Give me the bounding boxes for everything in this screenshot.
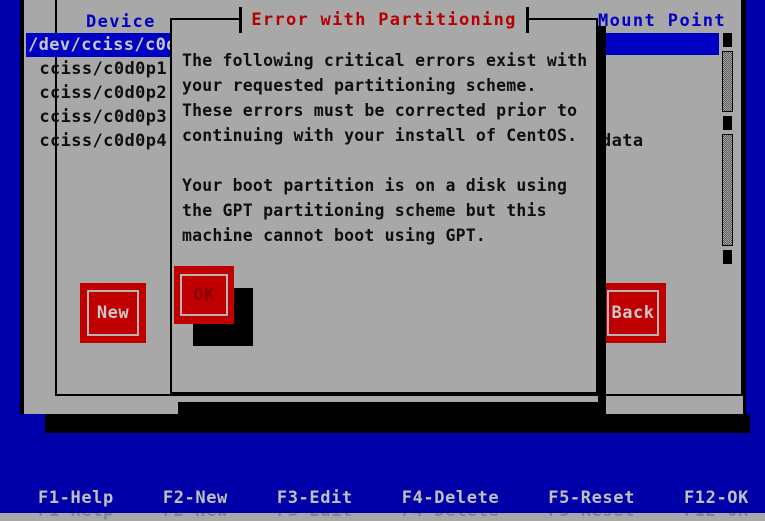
function-key-bar: F1-Help F2-New F3-Edit F4-Delete F5-Reset F12… [0, 483, 765, 513]
function-key-f4[interactable]: F4-Delete [402, 488, 500, 508]
ok-button-face: OK [174, 266, 234, 324]
dialog-titlebar: Error with Partitioning [172, 7, 596, 33]
dialog-message: The following critical errors exist with… [182, 51, 588, 245]
function-key-f12[interactable]: F12-OK [684, 513, 749, 521]
column-header-mount-point: Mount Point [598, 11, 726, 31]
main-window-shadow [45, 414, 750, 433]
scroll-down-arrow-icon[interactable] [723, 250, 732, 264]
device-list[interactable]: /dev/cciss/c0d cciss/c0d0p1 cciss/c0d0p2 cc… [26, 33, 176, 153]
scroll-up-arrow-icon[interactable] [723, 33, 732, 47]
scroll-marker-icon[interactable] [723, 116, 732, 130]
ok-button-label: OK [193, 285, 215, 305]
mount-point-row[interactable] [601, 33, 721, 57]
dialog-title-mask: Error with Partitioning [239, 7, 529, 33]
device-row[interactable]: /dev/cciss/c0d [26, 33, 176, 57]
new-button-label: New [96, 303, 130, 323]
function-key-list: F1-Help F2-New F3-Edit F4-Delete F5-Reset F12… [38, 488, 749, 508]
device-list-scrollbar[interactable] [722, 33, 733, 281]
function-key-bar-ghost-strip: F1-Help F2-New F3-Edit F4-Delete F5-Reset F12… [0, 513, 765, 521]
new-button[interactable]: New [80, 283, 166, 365]
device-row[interactable]: cciss/c0d0p2 [26, 81, 171, 105]
function-key-f5[interactable]: F5-Reset [548, 513, 635, 521]
dialog-shadow-right [598, 26, 606, 416]
installer-screen: Device Mount Point /dev/cciss/c0d cciss/c… [0, 0, 765, 521]
function-key-f5[interactable]: F5-Reset [548, 488, 635, 508]
dialog-title: Error with Partitioning [251, 10, 517, 30]
function-key-f12[interactable]: F12-OK [684, 488, 749, 508]
function-key-f1[interactable]: F1-Help [38, 488, 114, 508]
function-key-f2[interactable]: F2-New [163, 513, 228, 521]
function-key-f3[interactable]: F3-Edit [277, 488, 353, 508]
device-row[interactable]: cciss/c0d0p3 [26, 105, 171, 129]
back-button[interactable]: Back [600, 283, 686, 365]
scrollbar-trough-lower[interactable] [722, 134, 733, 246]
back-button-label: Back [611, 303, 655, 323]
function-key-f2[interactable]: F2-New [163, 488, 228, 508]
mount-point-row[interactable] [601, 81, 721, 105]
column-header-device: Device [86, 12, 156, 32]
dialog-shadow-bottom [178, 402, 606, 416]
ok-button[interactable]: OK [174, 266, 253, 346]
new-button-face: New [80, 283, 146, 343]
function-key-f3[interactable]: F3-Edit [277, 513, 353, 521]
mount-point-row[interactable] [601, 105, 721, 129]
mount-point-row[interactable]: data [601, 129, 721, 153]
back-button-face: Back [600, 283, 666, 343]
function-key-f1[interactable]: F1-Help [38, 513, 114, 521]
function-key-ghost-text: F1-Help F2-New F3-Edit F4-Delete F5-Reset F12… [38, 513, 749, 521]
scrollbar-trough-upper[interactable] [722, 51, 733, 112]
device-row[interactable]: cciss/c0d0p1 [26, 57, 171, 81]
mount-point-list[interactable]: data [601, 33, 721, 153]
mount-point-row[interactable] [601, 57, 721, 81]
device-row[interactable]: cciss/c0d0p4 [26, 129, 171, 153]
function-key-f4[interactable]: F4-Delete [402, 513, 500, 521]
